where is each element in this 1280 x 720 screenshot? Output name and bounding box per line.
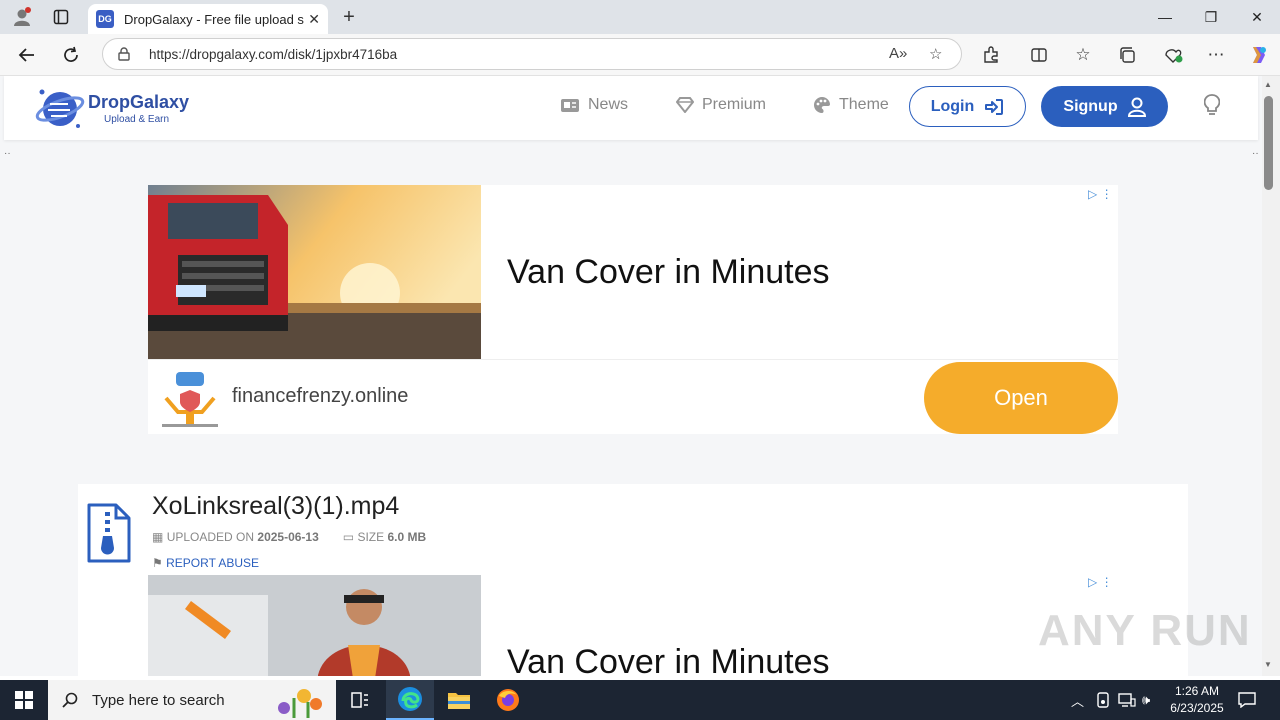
ad-open-button[interactable]: Open xyxy=(924,362,1118,434)
tab-actions-icon[interactable] xyxy=(48,0,74,34)
nav-premium-label: Premium xyxy=(702,96,767,113)
new-tab-button[interactable]: + xyxy=(338,4,360,30)
task-view-icon[interactable] xyxy=(336,680,384,720)
back-arrow-icon[interactable] xyxy=(14,42,40,68)
logo-tagline: Upload & Earn xyxy=(104,114,170,125)
close-tab-icon[interactable]: ✕ xyxy=(308,11,320,28)
flag-icon: ⚑ xyxy=(152,556,163,570)
upload-date: ▦ UPLOADED ON 2025-06-13 xyxy=(152,530,319,544)
ad-driver-image[interactable] xyxy=(148,575,481,676)
report-abuse-label: REPORT ABUSE xyxy=(166,556,260,570)
ad-truck-image[interactable] xyxy=(148,185,481,359)
dropgalaxy-favicon-icon: DG xyxy=(96,10,114,28)
report-abuse-link[interactable]: ⚑ REPORT ABUSE xyxy=(152,556,259,570)
hard-drive-icon: ▭ xyxy=(342,530,355,544)
file-archive-icon xyxy=(87,503,131,563)
file-size: ▭ SIZE 6.0 MB xyxy=(343,530,426,544)
favorite-star-icon[interactable]: ☆ xyxy=(929,45,942,63)
collections-icon[interactable] xyxy=(1115,42,1141,68)
nav-theme-label: Theme xyxy=(839,96,889,113)
ad-footer: financefrenzy.online Open xyxy=(148,359,1118,434)
search-icon xyxy=(62,692,78,708)
refresh-icon[interactable] xyxy=(58,42,84,68)
clock-time: 1:26 AM xyxy=(1174,684,1220,698)
nav-news[interactable]: News xyxy=(560,96,628,114)
active-tab[interactable]: DG DropGalaxy - Free file upload serv ✕ xyxy=(88,4,328,34)
file-explorer-icon[interactable] xyxy=(435,680,483,720)
file-size-label: SIZE xyxy=(357,530,385,544)
notifications-icon[interactable] xyxy=(1238,680,1256,720)
sign-in-icon xyxy=(985,98,1004,115)
nav-premium[interactable]: Premium xyxy=(676,96,766,114)
advertisement-banner[interactable]: Van Cover in Minutes ▷ ⋮ financefrenzy.o… xyxy=(148,185,1118,434)
copilot-icon[interactable] xyxy=(1245,42,1271,68)
file-card: XoLinksreal(3)(1).mp4 ▦ UPLOADED ON 2025… xyxy=(78,484,1188,676)
site-info-icon[interactable] xyxy=(117,47,131,61)
show-hidden-icons-icon[interactable]: ︿ xyxy=(1071,680,1084,720)
extensions-icon[interactable] xyxy=(978,42,1004,68)
device-icon[interactable] xyxy=(1096,680,1110,720)
restore-button[interactable]: ❐ xyxy=(1188,0,1234,34)
url-text[interactable]: https://dropgalaxy.com/disk/1jpxbr4716ba xyxy=(149,47,397,62)
nav-news-label: News xyxy=(588,96,629,113)
login-button[interactable]: Login xyxy=(909,86,1026,127)
ad-choices-icon[interactable]: ▷ ⋮ xyxy=(1088,187,1113,201)
windows-taskbar: Type here to search ︿ 🕪 1:26 AM 6/23/202… xyxy=(0,680,1280,720)
clock-date: 6/23/2025 xyxy=(1170,701,1224,715)
signup-button[interactable]: Signup xyxy=(1041,86,1168,127)
nav-theme[interactable]: Theme xyxy=(813,96,889,114)
lightbulb-icon[interactable] xyxy=(1203,94,1221,122)
file-size-value: 6.0 MB xyxy=(387,530,427,544)
system-clock[interactable]: 1:26 AM 6/23/2025 xyxy=(1162,683,1232,717)
firefox-icon[interactable] xyxy=(484,680,532,720)
user-icon xyxy=(1127,97,1146,117)
site-header: DropGalaxy Upload & Earn News Premium Th… xyxy=(4,76,1258,140)
logo-name[interactable]: DropGalaxy xyxy=(88,92,189,113)
advertiser-logo-icon xyxy=(162,372,218,427)
web-page: DropGalaxy Upload & Earn News Premium Th… xyxy=(0,76,1262,676)
advertisement-banner-2[interactable]: Van Cover in Minutes ▷ ⋮ xyxy=(148,575,1118,676)
close-window-button[interactable]: ✕ xyxy=(1234,0,1280,34)
upload-date-value: 2025-06-13 xyxy=(257,530,319,544)
scrollbar-thumb[interactable] xyxy=(1264,96,1273,190)
taskbar-search-box[interactable]: Type here to search xyxy=(48,680,336,720)
profile-icon[interactable] xyxy=(8,0,36,34)
calendar-icon: ▦ xyxy=(152,530,164,544)
browser-toolbar: https://dropgalaxy.com/disk/1jpxbr4716ba… xyxy=(0,34,1280,76)
scroll-up-arrow-icon[interactable]: ▲ xyxy=(1264,80,1272,89)
read-aloud-icon[interactable]: A» xyxy=(889,45,907,62)
tab-title: DropGalaxy - Free file upload serv xyxy=(124,11,304,27)
scroll-down-arrow-icon[interactable]: ▼ xyxy=(1264,660,1272,669)
ad-headline[interactable]: Van Cover in Minutes xyxy=(507,253,830,292)
page-dots-left: ·· xyxy=(4,148,11,159)
volume-icon[interactable]: 🕪 xyxy=(1142,680,1150,720)
upload-date-label: UPLOADED ON xyxy=(166,530,255,544)
ad-2-headline[interactable]: Van Cover in Minutes xyxy=(507,643,830,676)
advertiser-domain[interactable]: financefrenzy.online xyxy=(232,385,408,408)
file-name: XoLinksreal(3)(1).mp4 xyxy=(152,492,400,520)
more-menu-icon[interactable]: ⋯ xyxy=(1203,42,1229,68)
taskbar-search-placeholder: Type here to search xyxy=(92,691,225,709)
diamond-icon xyxy=(676,97,694,113)
minimize-button[interactable]: — xyxy=(1142,0,1188,34)
split-screen-icon[interactable] xyxy=(1026,42,1052,68)
network-icon[interactable] xyxy=(1118,680,1136,720)
signup-label: Signup xyxy=(1063,97,1118,115)
windows-start-icon[interactable] xyxy=(0,680,48,720)
favorites-icon[interactable]: ☆ xyxy=(1070,42,1096,68)
browser-tab-strip: DG DropGalaxy - Free file upload serv ✕ … xyxy=(0,0,1280,34)
ad-2-choices-icon[interactable]: ▷ ⋮ xyxy=(1088,575,1113,589)
newspaper-icon xyxy=(561,98,579,112)
dropgalaxy-logo-icon[interactable] xyxy=(34,82,86,134)
palette-icon xyxy=(814,96,830,113)
page-dots-right: ·· xyxy=(1252,148,1259,159)
anyrun-watermark: ANY RUN xyxy=(1038,606,1252,655)
edge-taskbar-icon[interactable] xyxy=(386,680,434,720)
search-highlight-flowers-icon xyxy=(278,689,322,718)
login-label: Login xyxy=(930,97,975,115)
browser-essentials-icon[interactable] xyxy=(1160,42,1186,68)
address-bar[interactable]: https://dropgalaxy.com/disk/1jpxbr4716ba… xyxy=(102,38,962,70)
file-meta: ▦ UPLOADED ON 2025-06-13 ▭ SIZE 6.0 MB xyxy=(152,530,426,544)
